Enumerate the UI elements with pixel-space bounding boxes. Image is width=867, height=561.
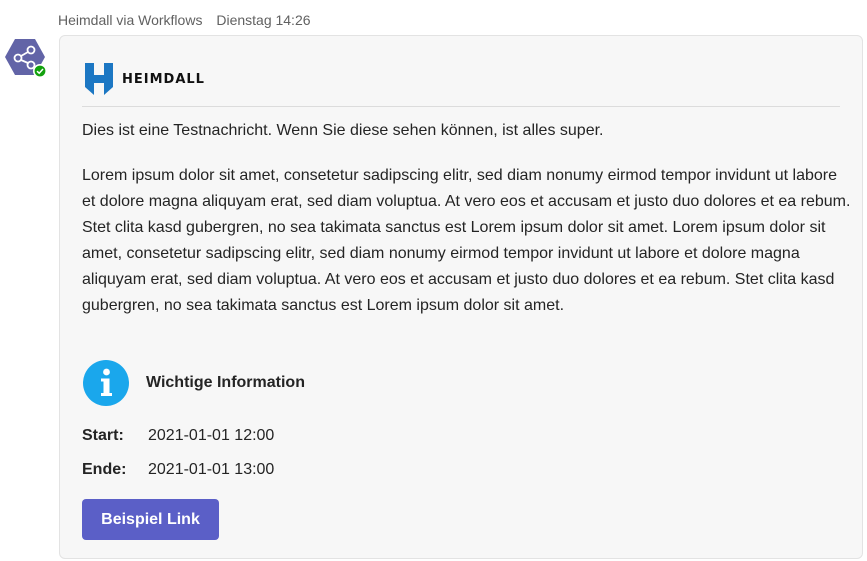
logo-text: HEIMDALL: [122, 71, 205, 87]
avatar[interactable]: [4, 37, 48, 78]
fact-value: 2021-01-01 13:00: [148, 461, 275, 478]
fact-end: Ende: 2021-01-01 13:00: [82, 459, 274, 481]
fact-label: Start:: [82, 427, 124, 444]
intro-text: Dies ist eine Testnachricht. Wenn Sie di…: [82, 122, 604, 139]
heimdall-logo: HEIMDALL: [82, 58, 205, 100]
info-row: Wichtige Information: [82, 359, 305, 407]
message-header: Heimdall via Workflows Dienstag 14:26: [58, 12, 311, 28]
fact-label: Ende:: [82, 461, 127, 478]
info-icon: [83, 360, 129, 406]
divider: [82, 106, 840, 107]
body-text: Lorem ipsum dolor sit amet, consetetur s…: [82, 167, 851, 314]
adaptive-card: HEIMDALL Dies ist eine Testnachricht. We…: [59, 35, 863, 559]
info-title: Wichtige Information: [146, 374, 305, 391]
fact-start: Start: 2021-01-01 12:00: [82, 425, 274, 447]
fact-value: 2021-01-01 12:00: [148, 427, 275, 444]
sender-name: Heimdall via Workflows: [58, 12, 203, 28]
available-check-icon: [33, 64, 47, 78]
heimdall-logo-icon: [85, 63, 113, 95]
example-link-button[interactable]: Beispiel Link: [82, 499, 219, 540]
message-timestamp: Dienstag 14:26: [216, 12, 311, 28]
